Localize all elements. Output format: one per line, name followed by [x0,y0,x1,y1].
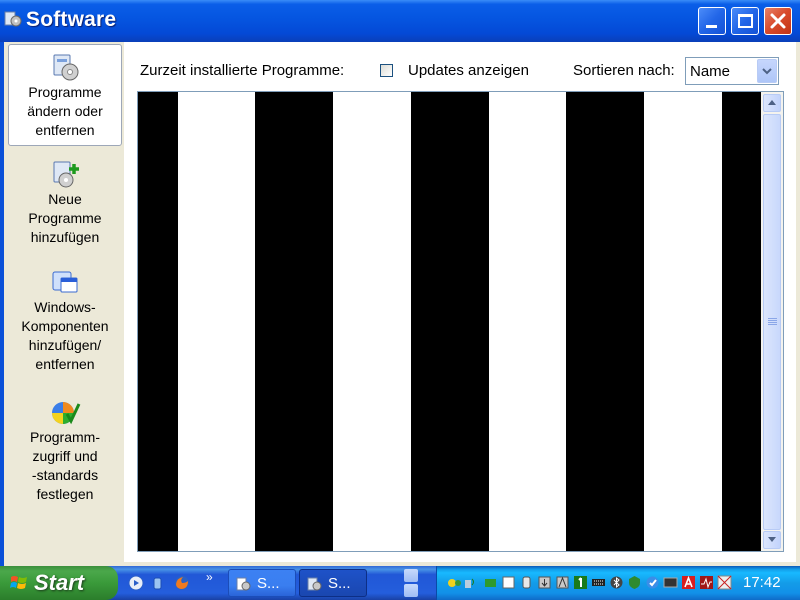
add-new-programs-icon [53,161,79,188]
taskbar-scroll[interactable] [402,568,420,598]
security-icon[interactable] [627,575,642,590]
chevron-down-icon [762,68,772,75]
sort-label: Sortieren nach: [573,62,675,79]
explorer-icon [236,577,251,591]
app-icon[interactable] [483,575,498,590]
sort-select[interactable]: Name [685,57,779,85]
sort-select-value: Name [690,63,731,80]
dropdown-button[interactable] [757,59,777,83]
start-button[interactable]: Start [0,566,118,600]
nav-item-label: Windows- Komponenten hinzufügen/ entfern… [21,299,109,372]
minimize-icon [706,25,717,28]
scroll-thumb[interactable] [763,114,781,530]
change-remove-programs-icon [53,54,79,81]
usb-icon[interactable] [519,575,534,590]
taskbar: Start » S... S... 17:42 [0,566,800,600]
scroll-down-icon[interactable] [404,584,418,597]
minimize-button[interactable] [698,7,726,35]
display-icon[interactable] [663,575,678,590]
task-sidebar: Programme ändern oder entfernen Neue Pro… [0,42,124,566]
quicklaunch-chevron[interactable]: » [206,570,213,584]
add-remove-programs-icon [4,11,22,27]
nav-item-program-access[interactable]: Programm- zugriff und -standards festleg… [8,396,122,508]
monitor-icon[interactable] [699,575,714,590]
network-icon[interactable] [447,575,462,590]
vertical-scrollbar[interactable] [761,92,783,551]
maximize-icon [738,14,753,28]
firefox-icon[interactable] [174,575,190,591]
nav-item-add-new[interactable]: Neue Programme hinzufügen [8,158,122,250]
program-list[interactable] [137,91,784,552]
clock[interactable]: 17:42 [743,574,781,591]
show-updates-checkbox[interactable] [380,64,393,77]
close-icon [770,13,786,29]
scroll-up-icon[interactable] [404,569,418,582]
grip-icon [768,318,777,325]
grid-icon[interactable] [717,575,732,590]
antivirus-icon[interactable] [555,575,570,590]
volume-icon[interactable] [151,575,167,591]
arrow-up-icon [768,100,776,105]
number-one-icon[interactable] [573,575,588,590]
list-stripe [138,92,178,551]
scroll-up-button[interactable] [763,94,781,112]
window-icon[interactable] [501,575,516,590]
windows-logo-icon [10,576,27,589]
maximize-button[interactable] [731,7,759,35]
keyboard-icon[interactable] [591,575,606,590]
title-bar[interactable]: Software [0,0,800,42]
task-button[interactable]: S... [228,569,296,597]
main-content: Zurzeit installierte Programme: Updates … [124,42,796,562]
list-stripe [566,92,644,551]
software-window: Software Programme ändern oder entfernen [0,0,800,566]
program-access-defaults-icon [52,402,81,425]
update-icon[interactable] [645,575,660,590]
list-stripe [411,92,489,551]
nav-item-label: Programme ändern oder entfernen [27,84,103,138]
wireless-icon[interactable] [463,575,478,590]
bluetooth-icon[interactable] [609,575,624,590]
system-tray: 17:42 [436,566,800,600]
task-button-active[interactable]: S... [299,569,367,597]
nav-item-windows-components[interactable]: Windows- Komponenten hinzufügen/ entfern… [8,266,122,378]
show-updates-label[interactable]: Updates anzeigen [408,62,529,79]
download-icon[interactable] [537,575,552,590]
nav-item-change-remove[interactable]: Programme ändern oder entfernen [8,44,122,146]
list-toolbar: Zurzeit installierte Programme: Updates … [124,42,796,90]
list-stripe [255,92,333,551]
installed-programs-label: Zurzeit installierte Programme: [140,62,345,79]
task-label: S... [257,575,280,592]
windows-components-icon [52,271,78,293]
arrow-down-icon [768,537,776,542]
scroll-down-button[interactable] [763,531,781,549]
avira-icon[interactable] [681,575,696,590]
add-remove-programs-icon [307,577,322,591]
nav-item-label: Neue Programme hinzufügen [28,191,102,245]
list-stripe [722,92,762,551]
media-player-icon[interactable] [128,575,144,591]
task-label: S... [328,575,351,592]
nav-item-label: Programm- zugriff und -standards festleg… [29,429,100,502]
window-title: Software [26,8,117,31]
show-updates-option[interactable]: Updates anzeigen [380,62,529,79]
start-label: Start [34,570,85,595]
close-button[interactable] [764,7,792,35]
